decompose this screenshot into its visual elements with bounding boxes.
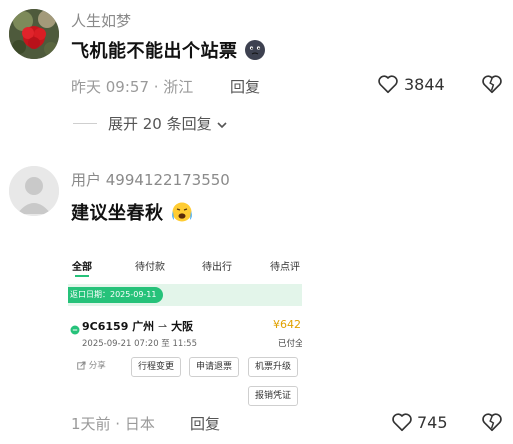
dark-moon-emoji-icon [244,39,266,66]
date-banner-tag: 返口日期：2025-09-11 [68,287,163,303]
itinerary-change-button: 行程变更 [131,357,181,377]
tab-pending-review: 待点评 [270,262,300,273]
like-count: 3844 [404,75,445,94]
reimbursement-receipt-button: 报销凭证 [248,386,298,406]
avatar-user-1[interactable] [9,9,59,59]
crying-face-emoji-icon [170,201,194,228]
order-price: ¥642 [273,318,301,331]
tab-pending-trip: 待出行 [202,262,232,273]
tab-all: 全部 [72,262,92,273]
dislike-button[interactable] [481,411,503,433]
flight-number: 9C6159 [82,320,129,333]
avatar-user-2[interactable] [9,166,59,216]
comment-text: 飞机能不能出个站票 [71,37,266,66]
expand-replies-button[interactable]: 展开 20 条回复 [108,113,228,134]
arrow-icon: ⇀ [158,320,168,333]
reply-button[interactable]: 回复 [190,413,220,434]
refund-request-button: 申请退票 [189,357,239,377]
heart-outline-icon [392,413,412,432]
order-status: 已付全 [278,339,302,349]
arrival-city: 大阪 [171,320,194,333]
flight-route: 9C6159 广州 ⇀ 大阪 [82,318,193,334]
comment-text-content: 飞机能不能出个站票 [71,41,238,62]
like-button[interactable] [391,411,413,433]
divider-line [73,123,97,124]
default-avatar-icon [9,166,59,216]
chevron-down-icon [217,121,227,128]
broken-heart-icon [482,75,502,94]
round-trip-icon [70,320,80,339]
share-label: 分享 [88,361,106,371]
username[interactable]: 人生如梦 [71,10,131,31]
departure-city: 广州 [132,320,155,333]
flight-time-range: 2025-09-21 07:20 至 11:55 [82,339,197,349]
share-icon [77,361,86,370]
comment-time-location: 昨天 09:57 · 浙江 [71,78,194,96]
expand-replies-label: 展开 20 条回复 [108,115,212,133]
ticket-upgrade-button: 机票升级 [248,357,298,377]
dislike-button[interactable] [481,73,503,95]
reply-button[interactable]: 回复 [230,76,260,97]
share-link: 分享 [77,359,106,371]
order-screenshot-image: 全部 待付款 待出行 待点评 返口日期：2025-09-11 9C6159 广州… [68,244,302,410]
like-count: 745 [417,413,448,432]
comment-text: 建议坐春秋 [71,199,194,228]
comment-text-content: 建议坐春秋 [71,203,164,224]
flower-avatar-image [9,9,59,59]
heart-outline-icon [378,75,398,94]
tab-pending-payment: 待付款 [135,262,165,273]
tab-active-indicator [75,275,89,277]
comment-time-location: 1天前 · 日本 [71,415,155,433]
username[interactable]: 用户 4994122173550 [71,169,230,190]
like-button[interactable] [377,73,399,95]
broken-heart-icon [482,413,502,432]
date-banner-text: 返口日期：2025-09-11 [70,290,157,299]
